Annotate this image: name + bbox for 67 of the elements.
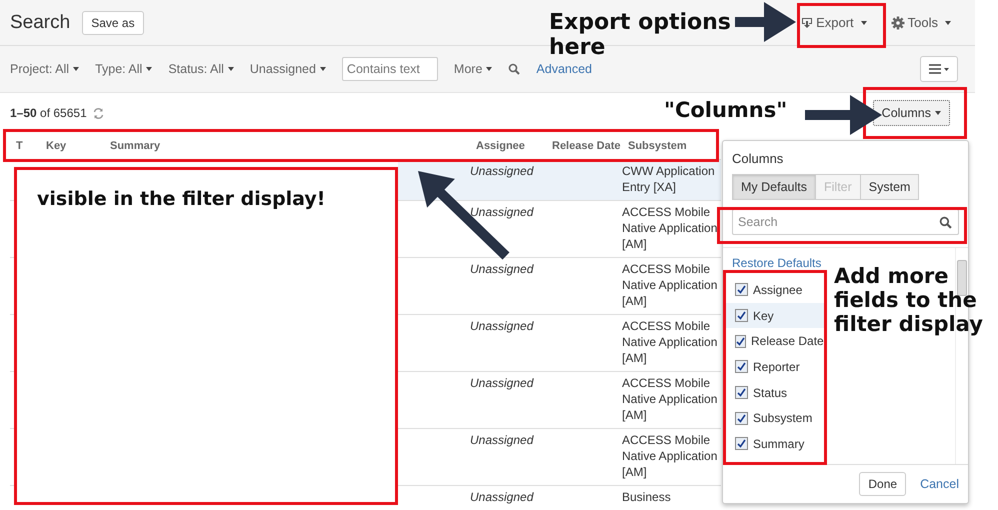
assignee-cell-text: Unassigned [470,261,535,278]
column-set-tab[interactable]: My Defaults [732,174,816,200]
subsystem-cell-text: ACCESS Mobile Native Application [AM] [622,375,718,424]
subsystem-cell-text: CWW Application Entry [XA] [622,163,716,196]
save-as-button[interactable]: Save as [82,10,144,34]
filter-dropdown[interactable]: Unassigned [250,62,326,76]
checkbox[interactable] [735,334,746,348]
search-icon [939,216,952,229]
subsystem-cell-text: ACCESS Mobile Native Application [AM] [622,318,718,367]
column-set-tab[interactable]: System [860,174,920,200]
download-icon [801,16,814,28]
subsystem-cell-text: ACCESS Mobile Native Application [AM] [622,261,718,310]
subsystem-cell-text: ACCESS Mobile Native Application [AM] [622,204,718,253]
annotation-text: Add more fields to the filter display [834,264,984,336]
text-filter-field[interactable]: Contains text [342,57,438,81]
column-header[interactable]: Release Date [546,140,622,152]
column-option[interactable]: Release Date [723,328,825,354]
column-header[interactable]: Assignee [470,140,546,152]
export-button[interactable]: Export [795,15,873,30]
search-icon[interactable] [508,63,520,75]
result-count: 1–50 of 65651 [10,106,87,120]
filter-dropdown[interactable]: Type: All [95,62,152,76]
filter-dropdown[interactable]: Project: All [10,62,80,76]
column-option[interactable]: Subsystem [723,405,825,432]
column-search-field[interactable]: Search [732,209,959,235]
annotation-text: "Columns" [664,98,788,122]
advanced-link[interactable]: Advanced [536,62,592,76]
column-option[interactable]: Assignee [723,277,825,303]
refresh-icon[interactable] [92,108,104,118]
assignee-cell-text: Unassigned [470,432,535,449]
done-button[interactable]: Done [859,472,906,496]
checkbox[interactable] [735,437,748,450]
checkbox[interactable] [735,412,748,425]
column-header[interactable]: Summary [104,140,470,152]
subsystem-cell-text: Business [622,489,672,506]
column-option[interactable]: Status [723,380,825,406]
assignee-cell-text: Unassigned [470,489,535,506]
menu-icon [929,64,949,74]
column-header[interactable]: Subsystem [622,140,721,152]
column-header[interactable]: Key [40,140,104,152]
checkbox[interactable] [735,283,748,296]
column-header[interactable]: T [10,140,40,152]
column-option[interactable]: Key [723,302,825,328]
gear-icon [890,16,905,30]
more-dropdown[interactable]: More [454,62,492,76]
arrow-drawing [735,2,796,42]
column-option[interactable]: Reporter [723,354,825,380]
assignee-cell-text: Unassigned [470,375,535,392]
annotation-text: visible in the filter display! [37,188,326,210]
assignee-cell-text: Unassigned [470,318,535,335]
table-row[interactable]: Unassigned CWW Application Entry [XA] [398,160,721,200]
view-menu-button[interactable] [920,56,958,82]
checkbox[interactable] [735,360,748,374]
cancel-link[interactable]: Cancel [920,477,959,491]
column-option[interactable]: Summary [723,431,825,457]
popup-title: Columns [731,150,784,168]
tools-button[interactable]: Tools [884,15,957,30]
page-title: Search [10,12,70,34]
columns-button[interactable]: Columns [872,100,950,126]
checkbox[interactable] [735,386,748,400]
assignee-cell-text: Unassigned [470,204,535,221]
checkbox[interactable] [735,309,748,322]
filter-dropdown[interactable]: Status: All [168,62,234,76]
subsystem-cell-text: ACCESS Mobile Native Application [AM] [622,432,718,481]
assignee-cell-text: Unassigned [470,163,535,180]
annotation-text: Export options here [549,10,732,61]
restore-defaults-link[interactable]: Restore Defaults [732,256,822,270]
